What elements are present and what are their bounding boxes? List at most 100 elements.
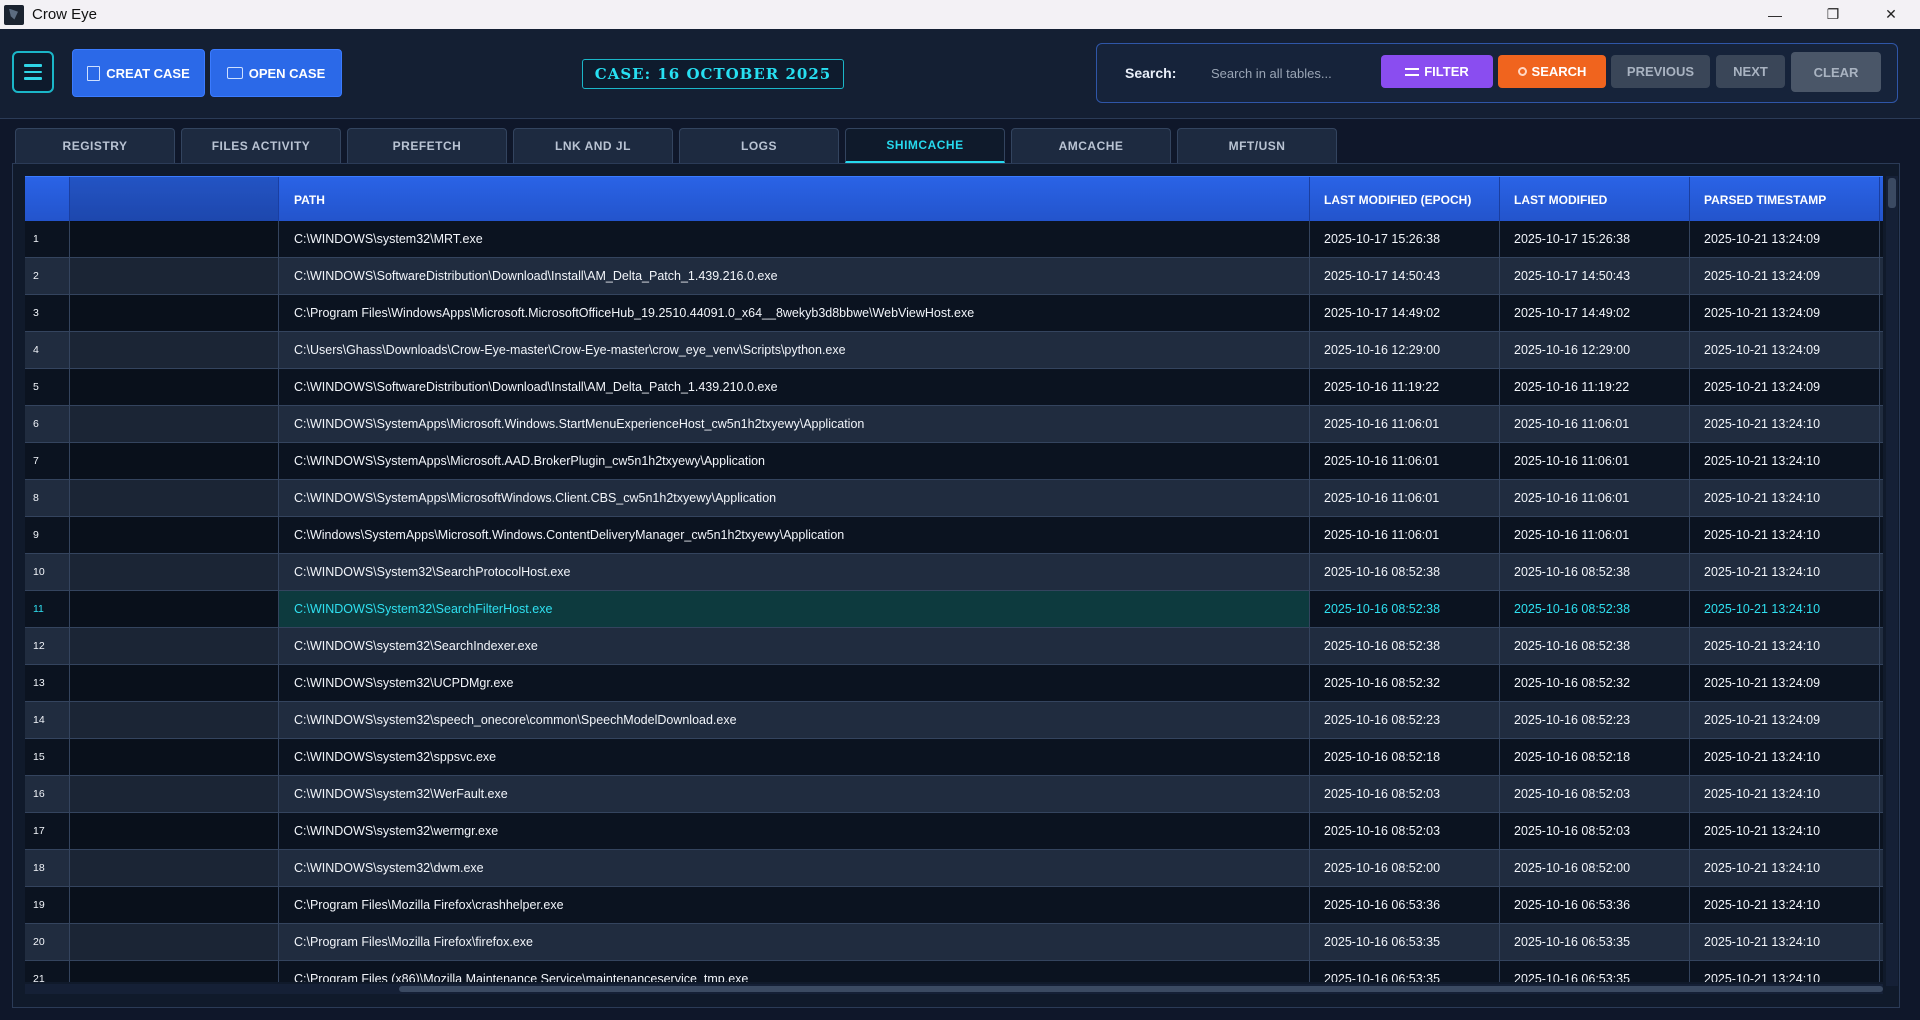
last-modified-epoch-cell: 2025-10-16 11:19:22	[1310, 369, 1500, 405]
tab-amcache[interactable]: AMCACHE	[1011, 128, 1171, 163]
clear-button[interactable]: CLEAR	[1791, 52, 1881, 92]
open-case-button[interactable]: OPEN CASE	[210, 49, 342, 97]
blank-cell	[70, 332, 279, 368]
last-modified-cell: 2025-10-17 14:49:02	[1500, 295, 1690, 331]
table-row[interactable]: 21 C:\Program Files (x86)\Mozilla Mainten…	[25, 961, 1883, 982]
last-modified-epoch-cell: 2025-10-16 08:52:32	[1310, 665, 1500, 701]
search-icon	[1517, 67, 1527, 76]
artifact-tabs: REGISTRY FILES ACTIVITY PREFETCH LNK AND JL…	[15, 128, 1337, 163]
path-cell: C:\WINDOWS\SystemApps\MicrosoftWindows.C…	[279, 480, 1310, 516]
last-modified-cell: 2025-10-16 06:53:35	[1500, 961, 1690, 982]
tab-registry[interactable]: REGISTRY	[15, 128, 175, 163]
create-case-button[interactable]: CREAT CASE	[72, 49, 205, 97]
last-modified-cell: 2025-10-16 08:52:38	[1500, 628, 1690, 664]
last-modified-epoch-cell: 2025-10-16 08:52:18	[1310, 739, 1500, 775]
path-cell: C:\WINDOWS\SoftwareDistribution\Download…	[279, 369, 1310, 405]
horizontal-scroll-thumb[interactable]	[399, 986, 1883, 992]
header-blank[interactable]	[70, 177, 279, 222]
last-modified-cell: 2025-10-17 15:26:38	[1500, 221, 1690, 257]
parsed-timestamp-cell: 2025-10-21 13:24:09	[1690, 702, 1880, 738]
case-title: CASE: 16 OCTOBER 2025	[582, 59, 844, 89]
table-row[interactable]: 14 C:\WINDOWS\system32\speech_onecore\com…	[25, 702, 1883, 739]
row-number: 9	[25, 517, 70, 553]
parsed-timestamp-cell: 2025-10-21 13:24:10	[1690, 517, 1880, 553]
parsed-timestamp-cell: 2025-10-21 13:24:10	[1690, 628, 1880, 664]
last-modified-cell: 2025-10-16 08:52:18	[1500, 739, 1690, 775]
table-row[interactable]: 17 C:\WINDOWS\system32\wermgr.exe 2025-10-…	[25, 813, 1883, 850]
tab-shimcache[interactable]: SHIMCACHE	[845, 128, 1005, 163]
tab-mft-usn[interactable]: MFT/USN	[1177, 128, 1337, 163]
vertical-scroll-thumb[interactable]	[1888, 178, 1896, 208]
table-row[interactable]: 6 C:\WINDOWS\SystemApps\Microsoft.Windows…	[25, 406, 1883, 443]
table-row-selected[interactable]: 11 C:\WINDOWS\System32\SearchFilterHost.e…	[25, 591, 1883, 628]
row-number: 15	[25, 739, 70, 775]
last-modified-epoch-cell: 2025-10-16 12:29:00	[1310, 332, 1500, 368]
table-row[interactable]: 15 C:\WINDOWS\system32\sppsvc.exe 2025-10-…	[25, 739, 1883, 776]
last-modified-cell: 2025-10-16 11:19:22	[1500, 369, 1690, 405]
tab-logs[interactable]: LOGS	[679, 128, 839, 163]
header-row-number[interactable]	[25, 177, 70, 222]
search-button-label: SEARCH	[1531, 64, 1587, 79]
parsed-timestamp-cell: 2025-10-21 13:24:10	[1690, 739, 1880, 775]
row-number: 4	[25, 332, 70, 368]
table-row[interactable]: 19 C:\Program Files\Mozilla Firefox\crash…	[25, 887, 1883, 924]
filter-label: FILTER	[1424, 64, 1469, 79]
path-cell: C:\WINDOWS\system32\SearchIndexer.exe	[279, 628, 1310, 664]
search-panel: Search: FILTER SEARCH PREVIOUS NEXT CLEA…	[1096, 43, 1898, 103]
blank-cell	[70, 628, 279, 664]
table-row[interactable]: 4 C:\Users\Ghass\Downloads\Crow-Eye-maste…	[25, 332, 1883, 369]
horizontal-scrollbar[interactable]	[25, 984, 1883, 994]
next-button[interactable]: NEXT	[1716, 55, 1785, 88]
blank-cell	[70, 258, 279, 294]
table-row[interactable]: 1 C:\WINDOWS\system32\MRT.exe 2025-10-17 1…	[25, 221, 1883, 258]
table-row[interactable]: 13 C:\WINDOWS\system32\UCPDMgr.exe 2025-10…	[25, 665, 1883, 702]
table-row[interactable]: 16 C:\WINDOWS\system32\WerFault.exe 2025-1…	[25, 776, 1883, 813]
search-button[interactable]: SEARCH	[1498, 55, 1606, 88]
hamburger-menu-button[interactable]	[12, 51, 54, 93]
parsed-timestamp-cell: 2025-10-21 13:24:10	[1690, 813, 1880, 849]
shimcache-table: PATH LAST MODIFIED (EPOCH) LAST MODIFIED PA…	[25, 176, 1883, 982]
parsed-timestamp-cell: 2025-10-21 13:24:09	[1690, 665, 1880, 701]
blank-cell	[70, 813, 279, 849]
document-icon	[87, 65, 101, 81]
filter-button[interactable]: FILTER	[1381, 55, 1493, 88]
tab-lnk-and-jl[interactable]: LNK AND JL	[513, 128, 673, 163]
menu-bar	[24, 70, 42, 74]
table-row[interactable]: 5 C:\WINDOWS\SoftwareDistribution\Downloa…	[25, 369, 1883, 406]
table-row[interactable]: 2 C:\WINDOWS\SoftwareDistribution\Downloa…	[25, 258, 1883, 295]
table-row[interactable]: 8 C:\WINDOWS\SystemApps\MicrosoftWindows.…	[25, 480, 1883, 517]
last-modified-epoch-cell: 2025-10-16 06:53:35	[1310, 924, 1500, 960]
last-modified-epoch-cell: 2025-10-16 08:52:38	[1310, 591, 1500, 627]
blank-cell	[70, 850, 279, 886]
table-row[interactable]: 7 C:\WINDOWS\SystemApps\Microsoft.AAD.Bro…	[25, 443, 1883, 480]
previous-button[interactable]: PREVIOUS	[1611, 55, 1710, 88]
last-modified-epoch-cell: 2025-10-16 06:53:36	[1310, 887, 1500, 923]
parsed-timestamp-cell: 2025-10-21 13:24:10	[1690, 406, 1880, 442]
window-title: Crow Eye	[32, 6, 98, 23]
vertical-scrollbar[interactable]	[1886, 176, 1898, 986]
table-row[interactable]: 3 C:\Program Files\WindowsApps\Microsoft.…	[25, 295, 1883, 332]
header-last-modified-epoch[interactable]: LAST MODIFIED (EPOCH)	[1310, 177, 1500, 222]
tab-files-activity[interactable]: FILES ACTIVITY	[181, 128, 341, 163]
close-button[interactable]: ✕	[1862, 0, 1920, 29]
header-path[interactable]: PATH	[279, 177, 1310, 222]
minimize-button[interactable]: —	[1746, 0, 1804, 29]
table-row[interactable]: 10 C:\WINDOWS\System32\SearchProtocolHost…	[25, 554, 1883, 591]
table-row[interactable]: 18 C:\WINDOWS\system32\dwm.exe 2025-10-16 …	[25, 850, 1883, 887]
blank-cell	[70, 406, 279, 442]
table-row[interactable]: 9 C:\Windows\SystemApps\Microsoft.Windows…	[25, 517, 1883, 554]
header-last-modified[interactable]: LAST MODIFIED	[1500, 177, 1690, 222]
table-row[interactable]: 20 C:\Program Files\Mozilla Firefox\firef…	[25, 924, 1883, 961]
parsed-timestamp-cell: 2025-10-21 13:24:09	[1690, 258, 1880, 294]
table-row[interactable]: 12 C:\WINDOWS\system32\SearchIndexer.exe 2…	[25, 628, 1883, 665]
row-number: 2	[25, 258, 70, 294]
blank-cell	[70, 924, 279, 960]
path-cell: C:\WINDOWS\system32\UCPDMgr.exe	[279, 665, 1310, 701]
last-modified-epoch-cell: 2025-10-16 11:06:01	[1310, 443, 1500, 479]
last-modified-cell: 2025-10-16 06:53:36	[1500, 887, 1690, 923]
restore-button[interactable]: ❐	[1804, 0, 1862, 29]
row-number: 5	[25, 369, 70, 405]
tab-prefetch[interactable]: PREFETCH	[347, 128, 507, 163]
header-parsed-timestamp[interactable]: PARSED TIMESTAMP	[1690, 177, 1880, 222]
crow-eye-logo-icon	[4, 4, 24, 25]
